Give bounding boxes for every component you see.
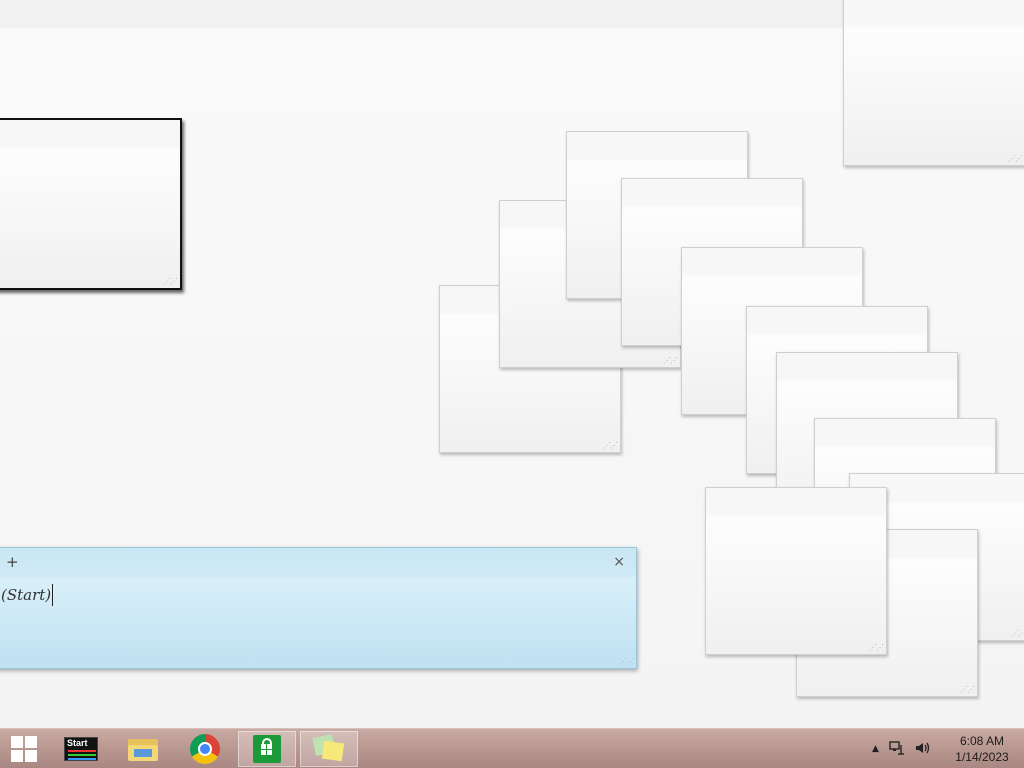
windows-start-button[interactable] (0, 731, 48, 767)
show-hidden-icons-button[interactable]: ▲ (872, 744, 879, 754)
clock[interactable]: 6:08 AM 1/14/2023 (948, 733, 1016, 765)
network-icon[interactable] (889, 740, 905, 758)
text-caret (52, 584, 54, 606)
active-sticky-note[interactable]: + × (Start) ⋰⋰ (0, 547, 637, 669)
resize-grip-icon[interactable]: ⋰⋰ (869, 644, 884, 652)
resize-grip-icon[interactable]: ⋰⋰ (619, 658, 634, 666)
sticky-note[interactable]: ⋰⋰ (0, 118, 182, 290)
note-text: (Start) (1, 586, 52, 604)
windows-logo-icon (11, 736, 37, 762)
desktop: ⋰⋰ ⋰⋰ ⋰⋰ ⋰⋰ ⋰⋰ ⋰⋰ ⋰⋰ ⋰⋰ ⋰⋰ ⋰⋰ ⋰⋰ ⋰⋰ ⋰⋰ +… (0, 0, 1024, 728)
resize-grip-icon[interactable]: ⋰⋰ (663, 357, 678, 365)
resize-grip-icon[interactable]: ⋰⋰ (163, 278, 178, 286)
note-title-bar[interactable] (0, 548, 636, 576)
taskbar-start-app[interactable]: Start (52, 731, 110, 767)
start-app-icon-label: Start (67, 738, 88, 748)
note-text-area[interactable]: (Start) (1, 584, 54, 606)
new-note-button[interactable]: + (6, 554, 19, 570)
chrome-icon (190, 734, 220, 764)
taskbar-file-explorer[interactable] (114, 731, 172, 767)
taskbar: Start ▲ 6:08 AM 1/14/2023 (0, 728, 1024, 768)
sticky-note[interactable]: ⋰⋰ (843, 0, 1024, 166)
system-tray: ▲ (872, 729, 931, 768)
sticky-note[interactable]: ⋰⋰ (705, 487, 887, 655)
resize-grip-icon[interactable]: ⋰⋰ (1011, 630, 1024, 638)
close-note-button[interactable]: × (613, 554, 625, 570)
clock-time: 6:08 AM (959, 734, 1005, 748)
store-icon (253, 735, 281, 763)
clock-date: 1/14/2023 (955, 750, 1009, 764)
volume-icon[interactable] (915, 741, 931, 758)
folder-icon (128, 737, 158, 761)
resize-grip-icon[interactable]: ⋰⋰ (960, 686, 975, 694)
sticky-notes-icon (312, 734, 345, 762)
taskbar-store[interactable] (238, 731, 296, 767)
start-app-icon: Start (64, 737, 98, 761)
resize-grip-icon[interactable]: ⋰⋰ (603, 442, 618, 450)
resize-grip-icon[interactable]: ⋰⋰ (1008, 155, 1023, 163)
taskbar-chrome[interactable] (176, 731, 234, 767)
taskbar-sticky-notes[interactable] (300, 731, 358, 767)
